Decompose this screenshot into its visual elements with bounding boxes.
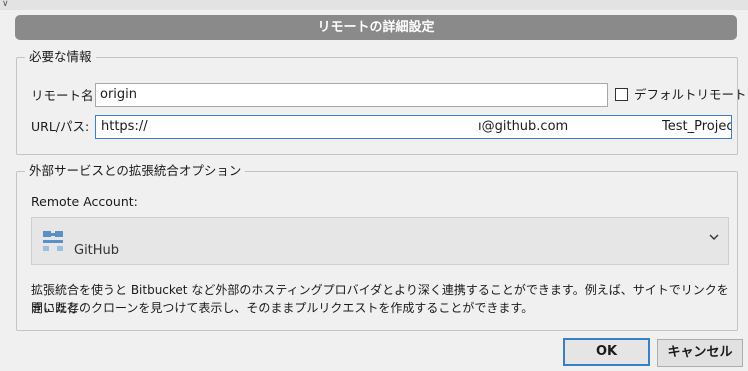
remote-account-value: GitHub xyxy=(74,243,120,258)
url-label: URL/パス: xyxy=(31,119,90,134)
required-info-legend: 必要な情報 xyxy=(25,49,96,65)
github-icon xyxy=(41,229,67,253)
default-remote-checkbox[interactable] xyxy=(615,88,628,101)
integration-description-line-2: きに既存のクローンを見つけて表示し、そのままプルリクエストを作成することができま… xyxy=(31,301,534,315)
cancel-button[interactable]: キャンセル xyxy=(657,339,743,367)
remote-account-label: Remote Account: xyxy=(31,194,138,209)
url-repo: Test_Projec xyxy=(662,119,732,134)
corner-chevron-icon: ∨ xyxy=(2,0,9,9)
url-input[interactable]: https:// ı@github.com Test_Projec xyxy=(95,115,732,139)
default-remote-label[interactable]: デフォルトリモート xyxy=(634,86,747,104)
remote-name-input[interactable]: origin xyxy=(95,83,608,107)
url-host: ı@github.com xyxy=(478,119,569,134)
top-window-strip xyxy=(0,0,748,10)
remote-account-select[interactable]: GitHub xyxy=(31,217,729,265)
chevron-down-icon xyxy=(709,234,719,240)
url-scheme: https:// xyxy=(101,119,148,134)
dialog-title: リモートの詳細設定 xyxy=(15,15,737,40)
integration-legend: 外部サービスとの拡張統合オプション xyxy=(25,163,246,179)
remote-name-label: リモート名: xyxy=(31,88,98,103)
ok-button[interactable]: OK xyxy=(563,338,650,366)
